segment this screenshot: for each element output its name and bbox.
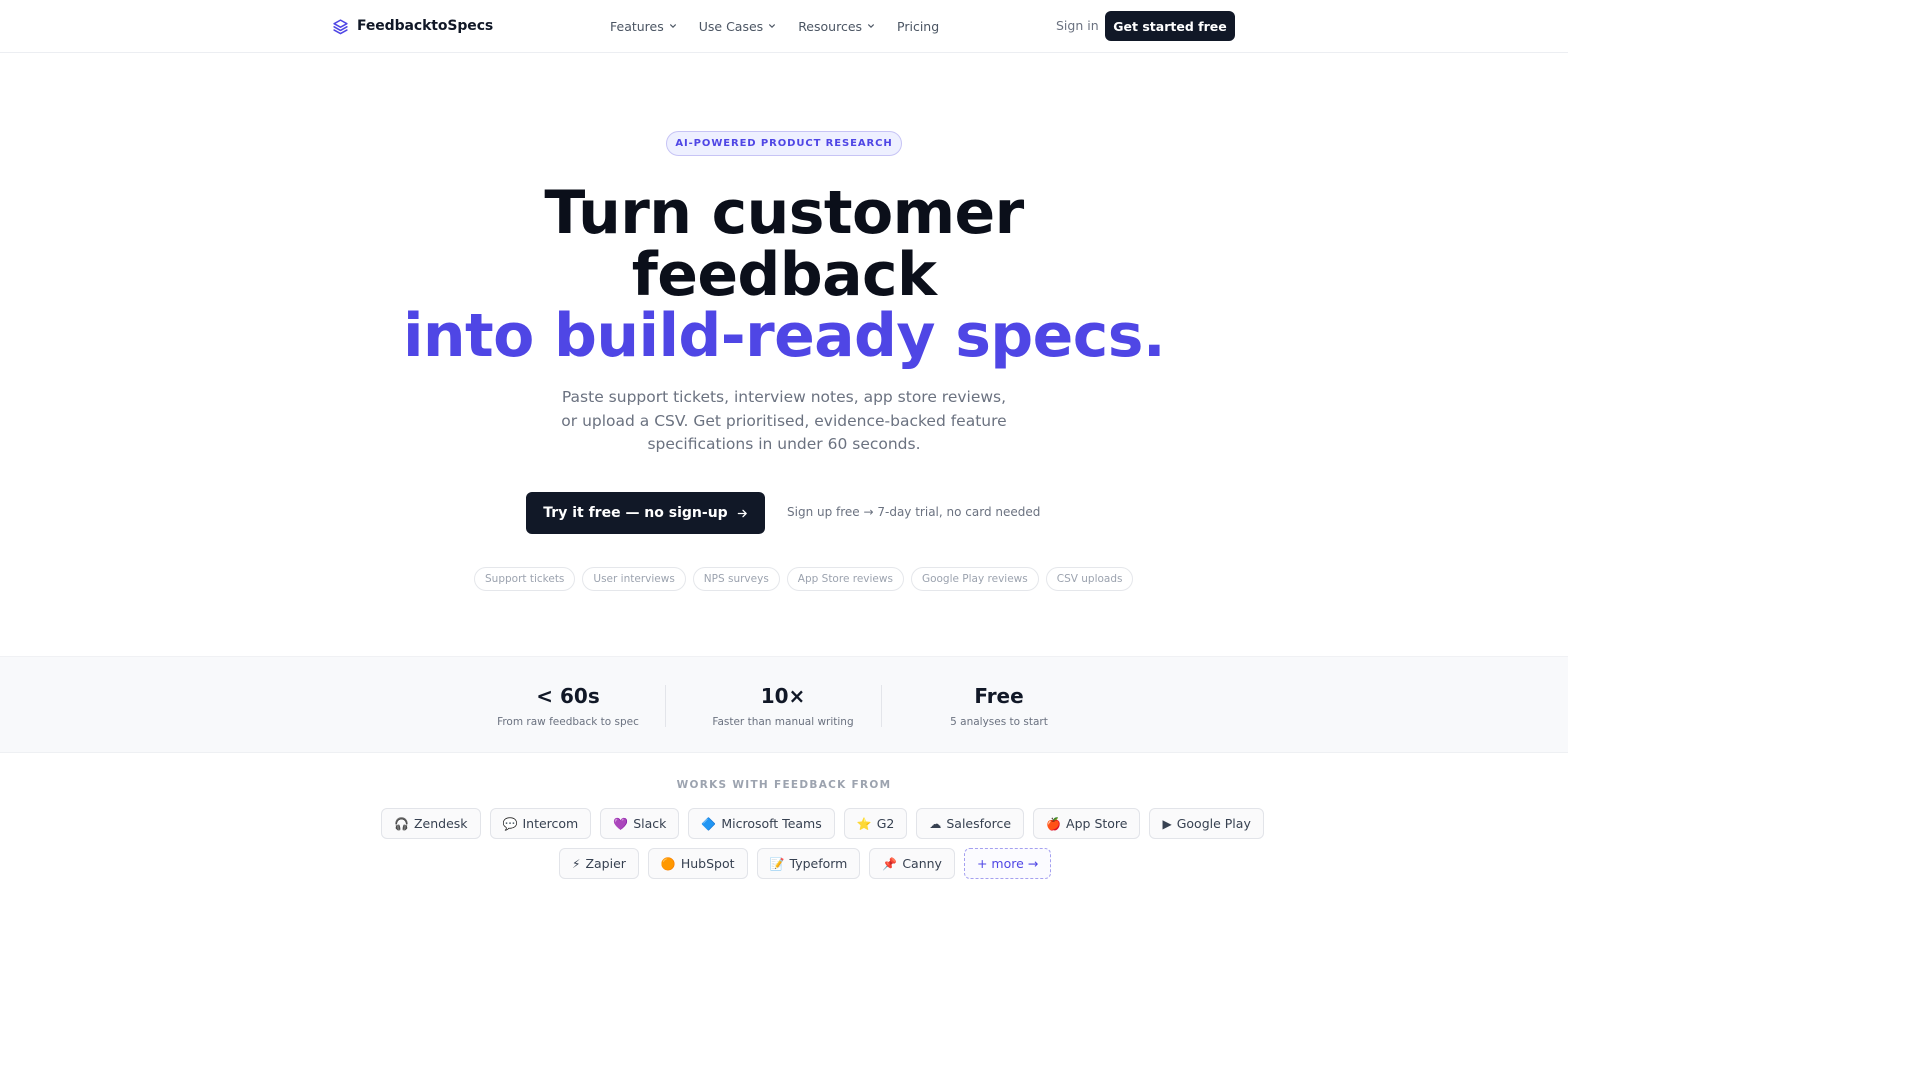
integration-label: Google Play (1176, 816, 1251, 831)
integration-label: Canny (902, 856, 942, 871)
stats-band: < 60s From raw feedback to spec 10× Fast… (0, 656, 1568, 753)
speech-bubble-icon: 💬 (502, 816, 518, 831)
integration-label: Zendesk (413, 816, 468, 831)
hero-title-line-1: Turn customer (544, 178, 1024, 248)
orange-circle-icon: 🟠 (660, 856, 676, 871)
try-free-label: Try it free — no sign-up (543, 505, 728, 521)
stat-value: Free (974, 684, 1024, 708)
menu-use-cases[interactable]: Use Cases (699, 17, 776, 35)
try-free-button[interactable]: Try it free — no sign-up (526, 492, 765, 534)
integration-label: Slack (633, 816, 667, 831)
menu-pricing[interactable]: Pricing (897, 17, 939, 35)
stat-speed: < 60s From raw feedback to spec (460, 683, 676, 728)
integrations-heading: WORKS WITH FEEDBACK FROM (676, 779, 892, 791)
integration-app-store[interactable]: 🍎 App Store (1033, 808, 1141, 839)
source-chip: NPS surveys (692, 567, 780, 591)
sign-in-link[interactable]: Sign in (1056, 18, 1099, 33)
integration-salesforce[interactable]: ☁ Salesforce (916, 808, 1025, 839)
purple-heart-icon: 💜 (613, 816, 629, 831)
main-menu: Features Use Cases Resources Pricing (610, 17, 961, 35)
feedback-sources: Support tickets User interviews NPS surv… (474, 567, 1134, 591)
integration-zapier[interactable]: ⚡ Zapier (559, 848, 639, 879)
trial-note: Sign up free → 7-day trial, no card need… (787, 505, 1041, 519)
integration-label: Salesforce (946, 816, 1012, 831)
integration-g2[interactable]: ⭐ G2 (843, 808, 908, 839)
integration-label: HubSpot (680, 856, 735, 871)
stat-label: 5 analyses to start (950, 716, 1048, 728)
menu-resources-label: Resources (798, 18, 863, 34)
more-integrations-link[interactable]: + more → (963, 848, 1052, 879)
chevron-down-icon (669, 24, 676, 28)
source-chip: CSV uploads (1045, 567, 1134, 591)
integration-label: Typeform (789, 856, 848, 871)
integration-canny[interactable]: 📌 Canny (869, 848, 955, 879)
menu-pricing-label: Pricing (897, 18, 940, 34)
menu-use-cases-label: Use Cases (698, 18, 764, 34)
star-icon: ⭐ (856, 816, 872, 831)
menu-features[interactable]: Features (610, 17, 677, 35)
memo-icon: 📝 (769, 856, 785, 871)
stat-value: < 60s (536, 684, 600, 708)
stat-label: Faster than manual writing (712, 716, 854, 728)
hero-subtitle: Paste support tickets, interview notes, … (561, 388, 1007, 454)
integration-zendesk[interactable]: 🎧 Zendesk (381, 808, 481, 839)
lightning-icon: ⚡ (572, 856, 581, 871)
source-chip: User interviews (582, 567, 686, 591)
stat-free: Free 5 analyses to start (891, 683, 1107, 728)
integration-label: App Store (1066, 816, 1128, 831)
stat-divider (665, 685, 666, 727)
hero-title-line-2: feedback (631, 240, 937, 310)
stat-multiplier: 10× Faster than manual writing (675, 683, 891, 728)
hero-title-line-3: into build-ready specs. (402, 301, 1166, 371)
arrow-right-icon (737, 509, 747, 517)
play-icon: ▶ (1162, 816, 1172, 831)
brand-logo[interactable]: FeedbacktoSpecs (332, 16, 493, 36)
source-chip: Google Play reviews (910, 567, 1039, 591)
cloud-icon: ☁ (929, 816, 942, 831)
blue-diamond-icon: 🔷 (701, 816, 717, 831)
chevron-down-icon (868, 24, 874, 28)
integration-slack[interactable]: 💜 Slack (600, 808, 680, 839)
stat-label: From raw feedback to spec (497, 716, 639, 728)
integration-microsoft-teams[interactable]: 🔷 Microsoft Teams (688, 808, 835, 839)
integration-google-play[interactable]: ▶ Google Play (1149, 808, 1264, 839)
integration-label: Intercom (522, 816, 579, 831)
menu-features-label: Features (610, 18, 664, 34)
apple-icon: 🍎 (1046, 816, 1062, 831)
get-started-button[interactable]: Get started free (1105, 11, 1235, 41)
integration-hubspot[interactable]: 🟠 HubSpot (647, 848, 748, 879)
stat-divider (881, 685, 882, 727)
top-nav: FeedbacktoSpecs Features Use Cases Resou… (0, 0, 1568, 53)
menu-resources[interactable]: Resources (798, 17, 875, 35)
integration-label: Microsoft Teams (721, 816, 822, 831)
integration-label: Zapier (585, 856, 626, 871)
integration-intercom[interactable]: 💬 Intercom (489, 808, 592, 839)
integrations-row-1: 🎧 Zendesk 💬 Intercom 💜 Slack 🔷 Microsoft Tea… (381, 808, 1264, 839)
source-chip: Support tickets (474, 567, 576, 591)
stat-value: 10× (760, 684, 806, 708)
pushpin-icon: 📌 (882, 856, 898, 871)
integration-label: G2 (876, 816, 895, 831)
hero-badge: AI-POWERED PRODUCT RESEARCH (666, 131, 902, 156)
chevron-down-icon (769, 24, 776, 28)
layers-icon (333, 18, 348, 34)
integrations-row-2: ⚡ Zapier 🟠 HubSpot 📝 Typeform 📌 Canny + more… (559, 848, 1052, 879)
brand-name: FeedbacktoSpecs (357, 18, 494, 34)
source-chip: App Store reviews (786, 567, 904, 591)
headphones-icon: 🎧 (394, 816, 409, 831)
integration-typeform[interactable]: 📝 Typeform (756, 848, 861, 879)
